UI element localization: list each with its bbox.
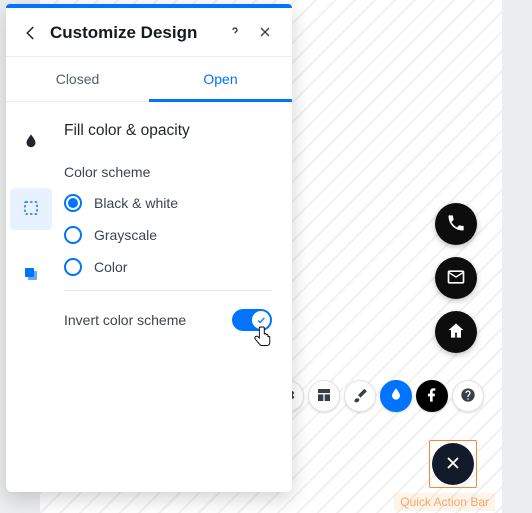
design-toolbar [272, 380, 484, 412]
panel-tabs: Closed Open [6, 57, 292, 102]
droplet-icon [22, 133, 40, 154]
invert-toggle[interactable] [232, 309, 272, 331]
invert-label: Invert color scheme [64, 312, 186, 328]
fab-home[interactable] [435, 311, 477, 353]
side-icons [6, 102, 56, 492]
design-panel: Customize Design Closed Open [6, 4, 292, 492]
section-title: Fill color & opacity [64, 122, 272, 140]
invert-row: Invert color scheme [64, 309, 272, 331]
close-button[interactable] [254, 22, 276, 44]
close-preview[interactable] [429, 440, 477, 488]
layout-icon [316, 387, 332, 406]
stack-icon [22, 265, 40, 286]
radio-label: Color [94, 259, 127, 275]
phone-icon [446, 213, 466, 236]
tab-closed[interactable]: Closed [6, 57, 149, 102]
panel-content: Fill color & opacity Color scheme Black … [56, 102, 292, 492]
email-icon [446, 267, 466, 290]
check-icon [256, 312, 266, 328]
radio-icon [64, 226, 82, 244]
panel-header: Customize Design [6, 8, 292, 57]
radio-grayscale[interactable]: Grayscale [64, 226, 272, 244]
canvas: Quick Action Bar Customize Design [0, 0, 532, 513]
back-button[interactable] [22, 24, 40, 42]
tool-layout[interactable] [308, 380, 340, 412]
tool-help[interactable] [452, 380, 484, 412]
color-scheme-label: Color scheme [64, 164, 272, 180]
radio-color[interactable]: Color [64, 258, 272, 276]
chevron-left-icon [22, 29, 40, 45]
side-icon-shadow[interactable] [10, 254, 52, 296]
panel-title: Customize Design [50, 23, 216, 43]
bounding-box-icon [22, 199, 40, 220]
quick-action-bar-label: Quick Action Bar [394, 493, 495, 511]
radio-label: Black & white [94, 195, 178, 211]
tool-facebook[interactable] [416, 380, 448, 412]
close-icon [257, 24, 273, 43]
side-icon-border[interactable] [10, 188, 52, 230]
tool-fill[interactable] [380, 380, 412, 412]
tab-open[interactable]: Open [149, 57, 292, 102]
radio-label: Grayscale [94, 227, 157, 243]
droplet-icon [388, 387, 404, 406]
home-icon [446, 321, 466, 344]
toggle-knob [252, 311, 270, 329]
brush-icon [352, 387, 368, 406]
radio-icon [64, 194, 82, 212]
help-button[interactable] [224, 22, 246, 44]
tool-brush[interactable] [344, 380, 376, 412]
fab-stack [435, 203, 477, 353]
divider [64, 290, 272, 291]
close-icon [444, 454, 462, 475]
radio-black-white[interactable]: Black & white [64, 194, 272, 212]
close-circle [432, 443, 474, 485]
panel-body: Fill color & opacity Color scheme Black … [6, 102, 292, 492]
question-icon [460, 387, 476, 406]
fab-phone[interactable] [435, 203, 477, 245]
side-icon-fill[interactable] [10, 122, 52, 164]
radio-icon [64, 258, 82, 276]
question-mark-icon [227, 24, 243, 43]
facebook-icon [424, 387, 440, 406]
fab-email[interactable] [435, 257, 477, 299]
